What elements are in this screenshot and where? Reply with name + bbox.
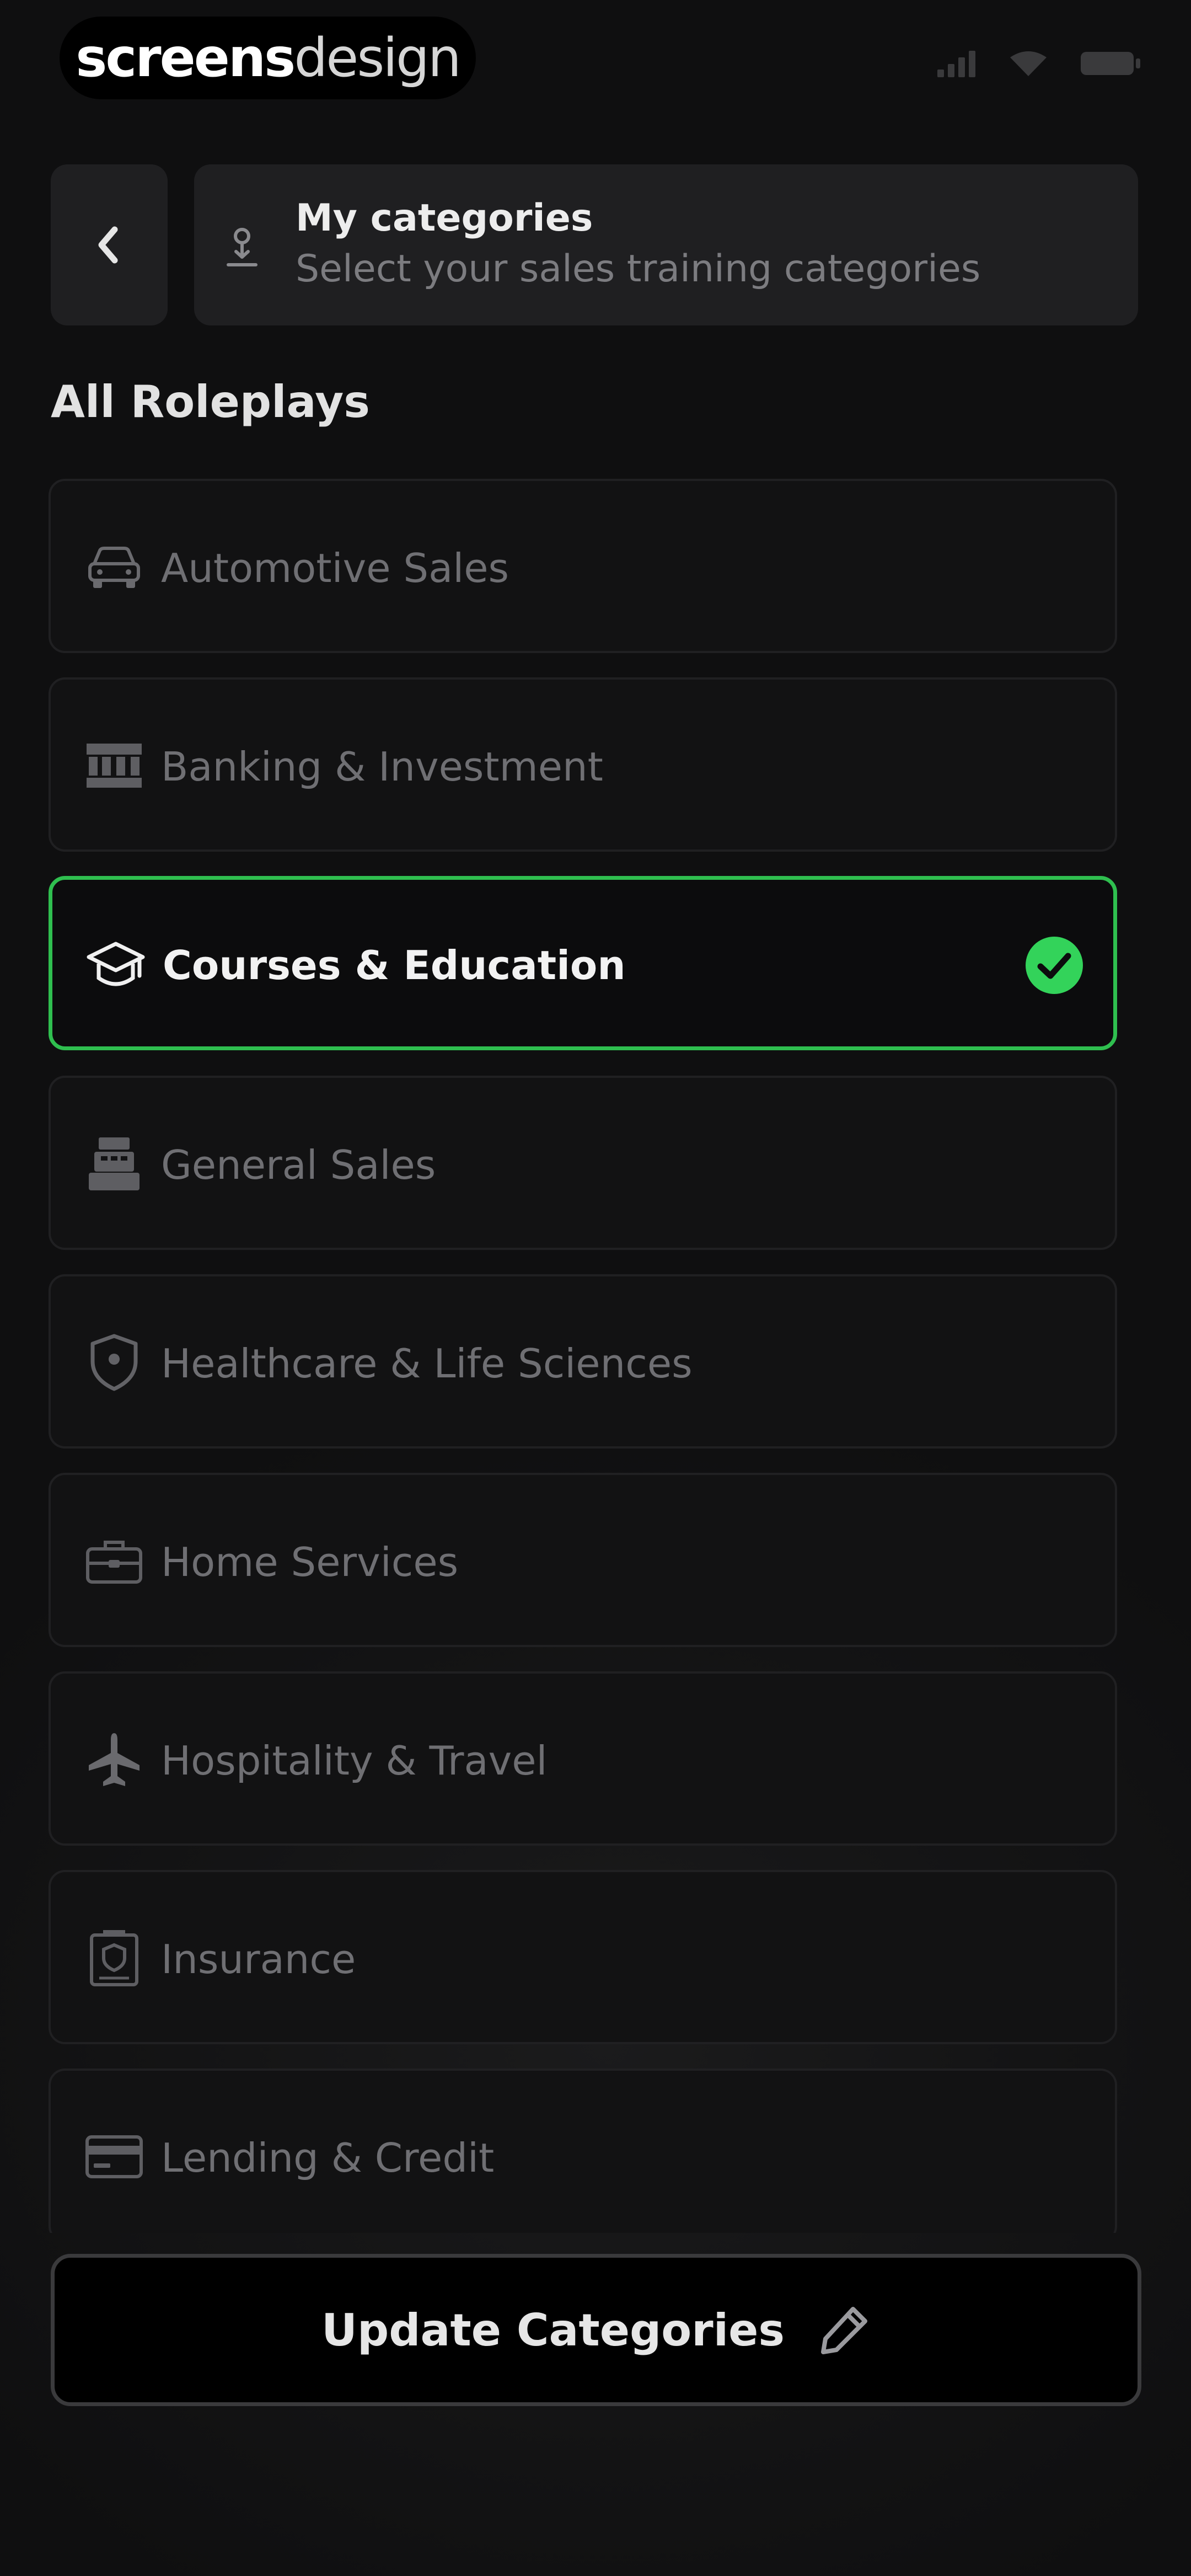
wifi-icon — [1010, 51, 1047, 76]
car-icon — [84, 539, 144, 595]
brand-text-bold: screens — [76, 27, 296, 89]
insurance-document-icon — [84, 1930, 144, 1986]
category-item-home-services[interactable]: Home Services — [49, 1473, 1117, 1647]
chevron-left-icon — [98, 226, 118, 264]
shield-icon — [84, 1334, 144, 1391]
category-item-insurance[interactable]: Insurance — [49, 1870, 1117, 2044]
signal-icon — [937, 51, 975, 77]
category-label: Courses & Education — [163, 942, 626, 988]
category-item-lending-credit[interactable]: Lending & Credit — [49, 2069, 1117, 2233]
header-title: My categories — [296, 196, 593, 240]
section-title: All Roleplays — [51, 376, 370, 427]
category-label: Healthcare & Life Sciences — [161, 1340, 693, 1387]
brand-text-light: design — [294, 27, 461, 89]
header-subtitle: Select your sales training categories — [296, 247, 981, 291]
app-screen: screens design My categories Select your… — [0, 0, 1191, 2576]
back-button[interactable] — [51, 164, 168, 325]
category-item-automotive-sales[interactable]: Automotive Sales — [49, 479, 1117, 653]
category-label: Automotive Sales — [161, 545, 509, 591]
category-label: Banking & Investment — [161, 744, 603, 790]
pencil-icon — [821, 2307, 867, 2354]
toolbox-icon — [84, 1533, 144, 1589]
category-item-general-sales[interactable]: General Sales — [49, 1076, 1117, 1250]
category-label: Hospitality & Travel — [161, 1738, 548, 1784]
credit-card-icon — [84, 2129, 144, 2184]
check-circle-icon — [1026, 937, 1083, 994]
category-label: Home Services — [161, 1539, 459, 1585]
category-item-hospitality-travel[interactable]: Hospitality & Travel — [49, 1671, 1117, 1846]
header-card: My categories Select your sales training… — [194, 164, 1138, 325]
update-categories-button[interactable]: Update Categories — [51, 2254, 1141, 2406]
category-item-healthcare-life-sciences[interactable]: Healthcare & Life Sciences — [49, 1274, 1117, 1449]
category-label: Insurance — [161, 1936, 356, 1982]
category-list[interactable]: Automotive Sales Banking & Investment Co… — [49, 479, 1117, 2233]
update-button-label: Update Categories — [321, 2304, 785, 2356]
category-item-courses-education[interactable]: Courses & Education — [49, 876, 1117, 1050]
brand-logo: screens design — [60, 17, 476, 99]
category-item-banking-investment[interactable]: Banking & Investment — [49, 677, 1117, 852]
status-icons — [937, 50, 1141, 77]
person-download-icon — [227, 228, 257, 266]
airplane-icon — [84, 1732, 144, 1787]
graduation-cap-icon — [85, 938, 146, 993]
status-bar: screens design — [0, 0, 1191, 116]
category-label: Lending & Credit — [161, 2135, 495, 2181]
battery-icon — [1081, 52, 1140, 75]
category-label: General Sales — [161, 1142, 436, 1188]
cash-register-icon — [84, 1136, 144, 1191]
bank-icon — [84, 738, 144, 793]
